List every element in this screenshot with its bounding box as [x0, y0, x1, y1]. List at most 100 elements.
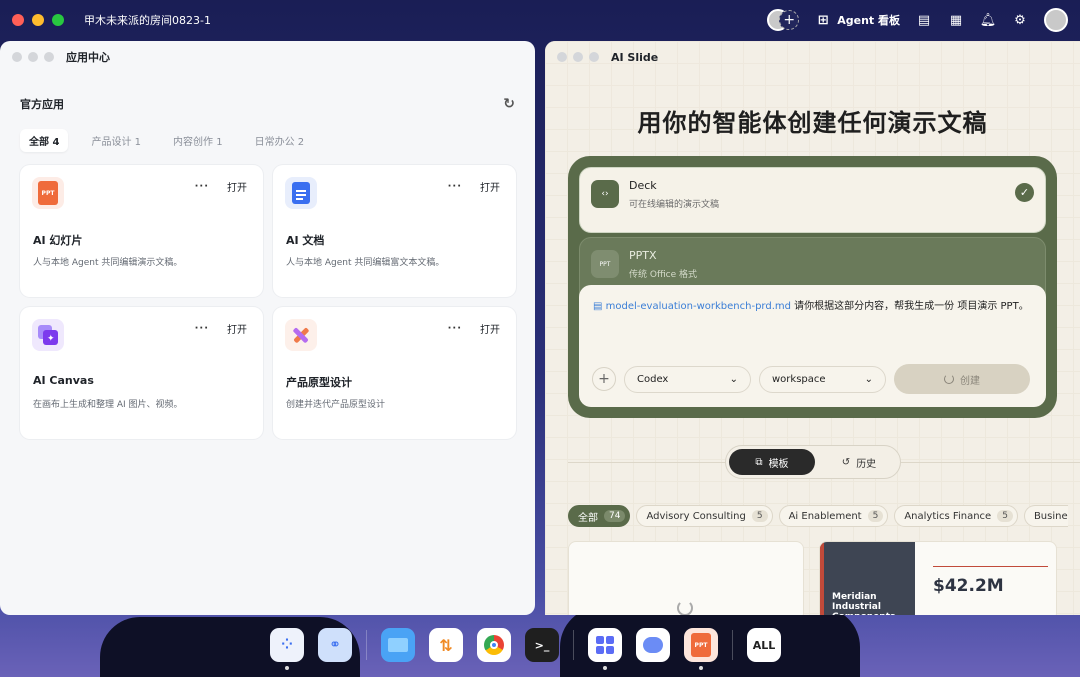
open-button[interactable]: 打开 — [480, 321, 500, 336]
loading-spinner-icon — [944, 374, 954, 384]
close-dot[interactable] — [12, 52, 22, 62]
refresh-icon[interactable]: ↻ — [503, 96, 515, 112]
chip-label: Ai Enablement — [788, 510, 862, 522]
thumbnail-accent-bar — [820, 542, 824, 615]
running-dot — [699, 666, 703, 670]
option-sub: 可在线编辑的演示文稿 — [629, 200, 720, 210]
card-actions: ··· 打开 — [448, 321, 500, 336]
chevron-down-icon: ⌄ — [864, 373, 873, 385]
user-avatar[interactable] — [1044, 8, 1068, 32]
ppt-icon: PPT — [32, 177, 64, 209]
chip-count: 5 — [997, 510, 1013, 522]
history-label: 历史 — [856, 458, 877, 470]
chip-count: 5 — [867, 510, 884, 522]
maximize-dot[interactable] — [44, 52, 54, 62]
create-button[interactable]: 创建 — [894, 364, 1030, 394]
prompt-toolbar: + Codex ⌄ workspace ⌄ 创建 — [592, 364, 1030, 394]
prompt-box[interactable]: ▤ model-evaluation-workbench-prd.md 请你根据… — [579, 285, 1046, 407]
chip-ai-enablement[interactable]: Ai Enablement 5 — [778, 505, 889, 527]
window-title: 应用中心 — [66, 51, 110, 64]
running-dot — [603, 666, 607, 670]
more-icon[interactable]: ··· — [195, 181, 209, 192]
tab-office[interactable]: 日常办公 2 — [246, 129, 314, 152]
bell-icon[interactable]: 🔔︎ — [980, 12, 997, 28]
card-title: AI 幻灯片 — [33, 234, 83, 247]
prompt-message: 请你根据这部分内容，帮我生成一份 项目演示 PPT。 — [790, 301, 1029, 312]
chip-count: 74 — [604, 510, 626, 522]
tab-content-creation[interactable]: 内容创作 1 — [164, 129, 232, 152]
app-card-ai-canvas[interactable]: ✦ ··· 打开 AI Canvas 在画布上生成和整理 AI 图片、视频。 — [20, 307, 263, 439]
gear-icon[interactable]: ⚙ — [1012, 12, 1028, 28]
card-actions: ··· 打开 — [195, 321, 247, 336]
format-option-deck[interactable]: ‹› Deck 可在线编辑的演示文稿 ✓ — [579, 167, 1046, 233]
dock: ⁘ ⚭ ⇅ >_ PPT ALL — [270, 621, 781, 670]
workspace-select[interactable]: workspace ⌄ — [759, 365, 886, 393]
dock-folder-icon[interactable] — [381, 628, 415, 662]
more-icon[interactable]: ··· — [195, 323, 209, 334]
history-tab[interactable]: ↺ 历史 — [821, 449, 897, 475]
close-dot[interactable] — [12, 14, 24, 26]
more-icon[interactable]: ··· — [448, 181, 462, 192]
chip-all[interactable]: 全部 74 — [568, 505, 631, 527]
agent-select[interactable]: Codex ⌄ — [624, 365, 751, 393]
loading-spinner-icon — [677, 600, 693, 615]
dock-all-button[interactable]: ALL — [747, 628, 781, 662]
app-card-ai-slide[interactable]: PPT ··· 打开 AI 幻灯片 人与本地 Agent 共同编辑演示文稿。 — [20, 165, 263, 297]
maximize-dot[interactable] — [52, 14, 64, 26]
close-dot[interactable] — [557, 52, 567, 62]
agent-board-button[interactable]: ⊞ Agent 看板 — [815, 12, 900, 28]
prompt-text[interactable]: ▤ model-evaluation-workbench-prd.md 请你根据… — [593, 297, 1033, 316]
thumbnail-metric: $42.2M — [933, 576, 1004, 596]
minimize-dot[interactable] — [28, 52, 38, 62]
layout-icon[interactable]: ▦ — [948, 12, 964, 28]
attached-file[interactable]: model-evaluation-workbench-prd.md — [606, 301, 791, 312]
dock-app-grid-icon[interactable]: ⁘ — [270, 628, 304, 670]
more-icon[interactable]: ··· — [448, 323, 462, 334]
chip-label: 全部 — [578, 512, 598, 524]
tab-label: 全部 — [29, 137, 49, 148]
card-title: AI 文档 — [286, 234, 325, 247]
templates-tab[interactable]: ⧉ 模板 — [729, 449, 815, 475]
tab-product-design[interactable]: 产品设计 1 — [82, 129, 150, 152]
add-attachment-icon[interactable]: + — [592, 367, 616, 391]
minimize-dot[interactable] — [573, 52, 583, 62]
member-group: + — [767, 9, 800, 31]
view-switch: ⧉ 模板 ↺ 历史 — [725, 445, 901, 479]
app-center-window: 应用中心 官方应用 ↻ 全部 4 产品设计 1 内容创作 1 日常办公 2 PP… — [0, 41, 535, 615]
top-bar: 甲木未来派的房间0823-1 + ⊞ Agent 看板 ▤ ▦ 🔔︎ ⚙ — [0, 0, 1080, 40]
dock-chat-icon[interactable] — [636, 628, 670, 662]
add-member-icon[interactable]: + — [779, 10, 800, 30]
dock-ppt-icon[interactable]: PPT — [684, 628, 718, 670]
dock-transfer-icon[interactable]: ⇅ — [429, 628, 463, 662]
app-card-prototype[interactable]: ··· 打开 产品原型设计 创建并迭代产品原型设计 — [273, 307, 516, 439]
app-grid: PPT ··· 打开 AI 幻灯片 人与本地 Agent 共同编辑演示文稿。 ·… — [20, 165, 516, 439]
check-icon: ✓ — [1015, 183, 1034, 202]
app-card-ai-doc[interactable]: ··· 打开 AI 文档 人与本地 Agent 共同编辑富文本文稿。 — [273, 165, 516, 297]
divider-right — [901, 462, 1080, 463]
open-button[interactable]: 打开 — [480, 179, 500, 194]
dock-separator — [732, 630, 733, 660]
template-thumbnail-meridian[interactable]: Meridian Industrial Components $42.2M — [819, 541, 1057, 615]
open-button[interactable]: 打开 — [227, 321, 247, 336]
card-title: 产品原型设计 — [286, 376, 352, 389]
chip-advisory-consulting[interactable]: Advisory Consulting 5 — [636, 505, 773, 527]
dock-apps-icon[interactable] — [588, 628, 622, 670]
dock-share-icon[interactable]: ⚭ — [318, 628, 352, 662]
dock-chrome-icon[interactable] — [477, 628, 511, 662]
dock-separator — [573, 630, 574, 660]
minimize-dot[interactable] — [32, 14, 44, 26]
chip-analytics-finance[interactable]: Analytics Finance 5 — [894, 505, 1018, 527]
open-button[interactable]: 打开 — [227, 179, 247, 194]
bookmark-icon[interactable]: ▤ — [916, 12, 932, 28]
maximize-dot[interactable] — [589, 52, 599, 62]
templates-label: 模板 — [768, 458, 789, 470]
template-thumbnail-loading[interactable] — [568, 541, 804, 615]
chip-business[interactable]: Busine — [1023, 505, 1068, 527]
section-header: 官方应用 ↻ — [20, 96, 515, 112]
divider-left — [568, 462, 725, 463]
tab-count: 4 — [52, 137, 60, 148]
card-desc: 人与本地 Agent 共同编辑演示文稿。 — [33, 258, 183, 268]
dock-terminal-icon[interactable]: >_ — [525, 628, 559, 662]
tab-all[interactable]: 全部 4 — [20, 129, 69, 152]
tab-count: 1 — [134, 137, 142, 148]
